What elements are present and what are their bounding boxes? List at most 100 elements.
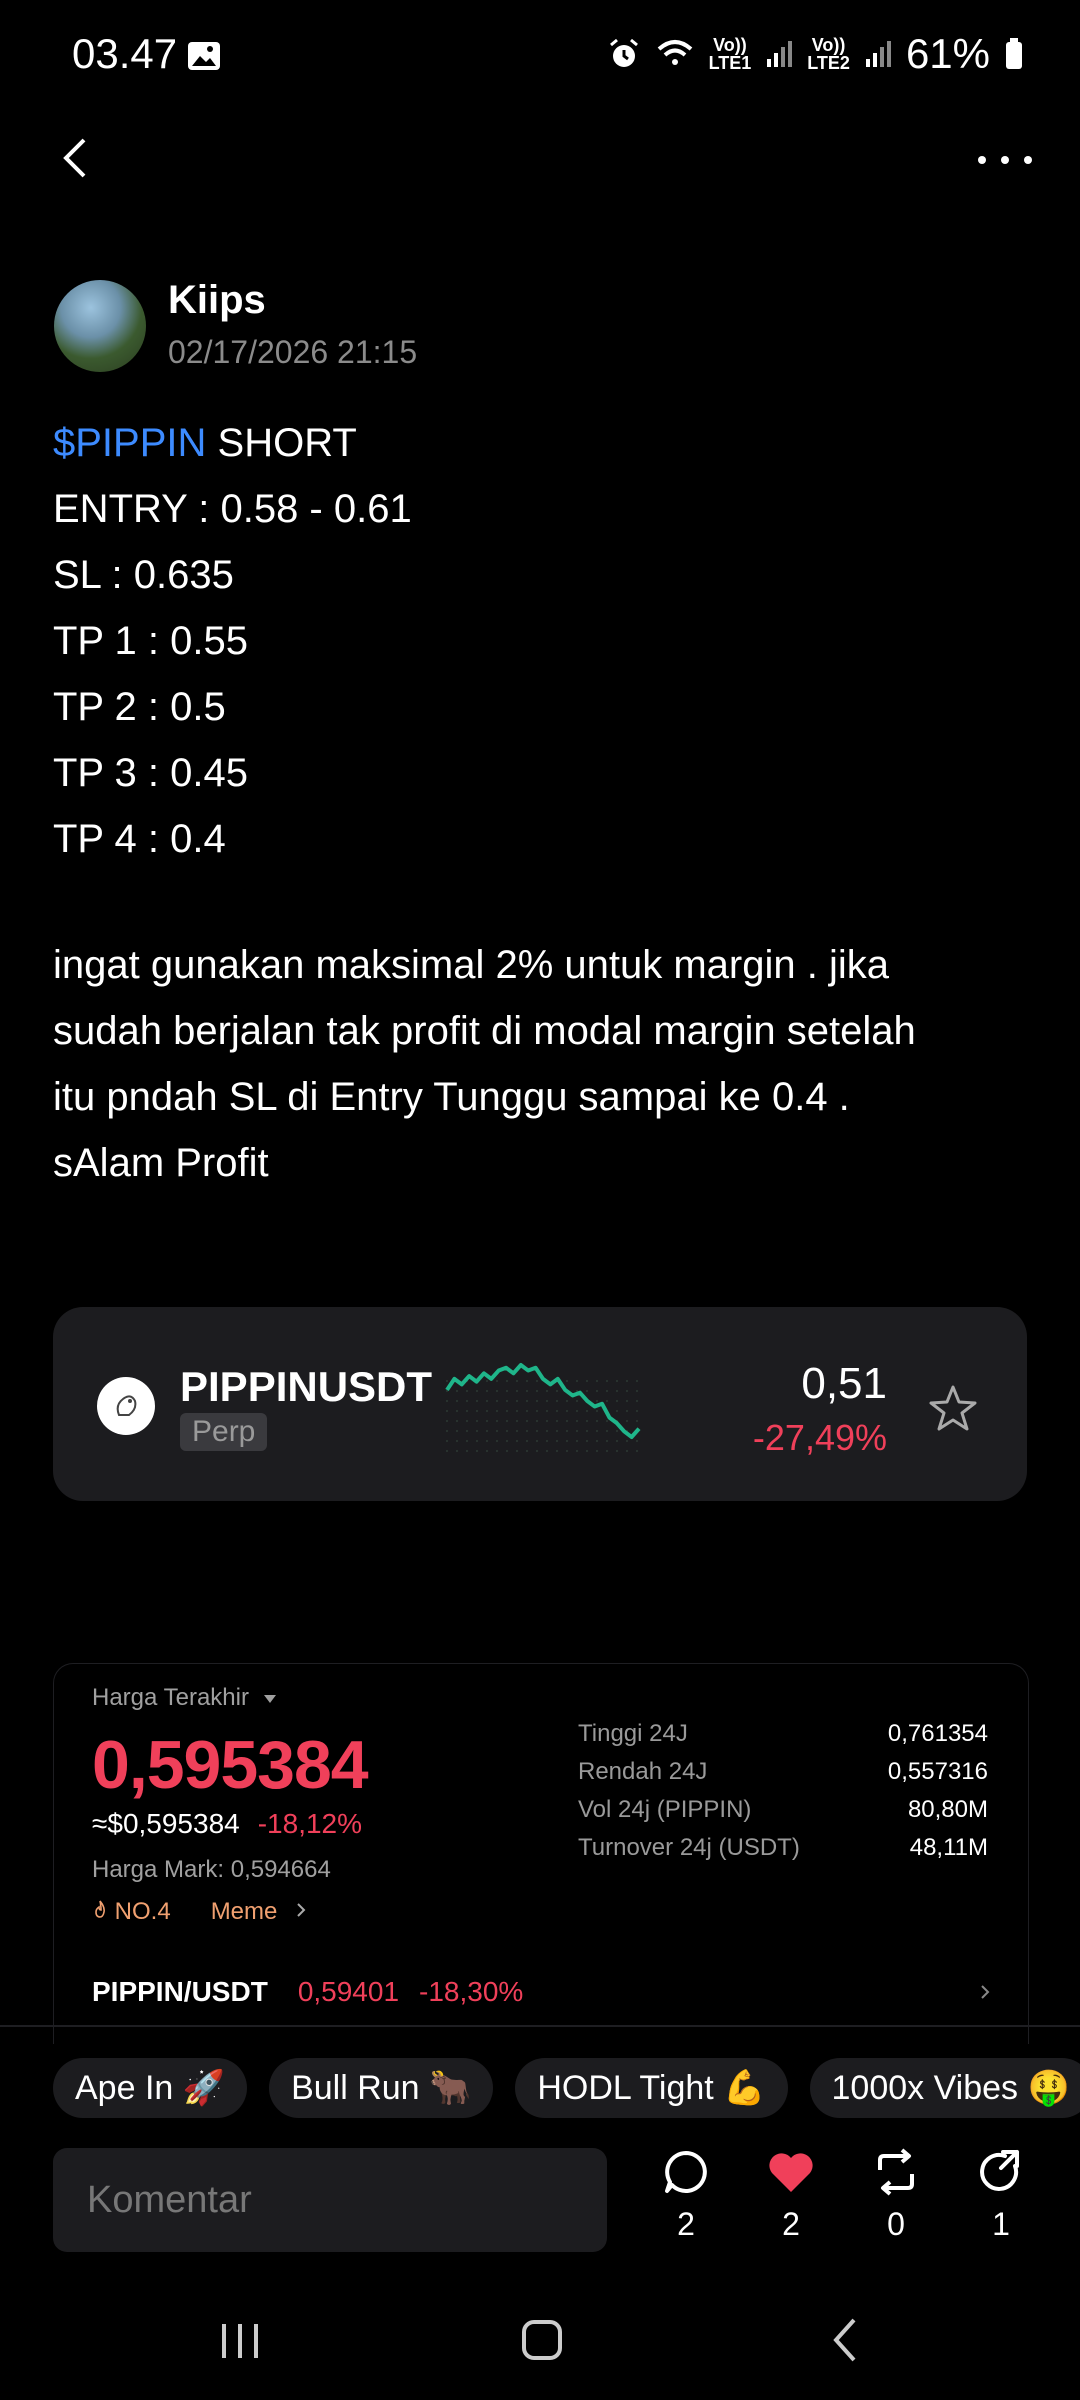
like-button[interactable]: 2 xyxy=(751,2148,831,2243)
sparkline-grid-dot xyxy=(446,1430,448,1432)
sparkline-grid-dot xyxy=(536,1400,538,1402)
sparkline-grid-dot xyxy=(486,1380,488,1382)
post-paragraph: ingat gunakan maksimal 2% untuk margin .… xyxy=(53,932,1043,1196)
share-icon xyxy=(980,2150,1019,2191)
back-button[interactable] xyxy=(50,130,106,186)
sparkline-grid-dot xyxy=(586,1450,588,1452)
sparkline-grid-dot xyxy=(456,1400,458,1402)
comment-input[interactable] xyxy=(53,2148,607,2252)
sparkline-grid-dot xyxy=(476,1440,478,1442)
sparkline-grid-dot xyxy=(566,1440,568,1442)
reaction-chip[interactable]: Ape In 🚀 xyxy=(53,2058,248,2118)
sparkline-grid-dot xyxy=(496,1430,498,1432)
post-line: SL : 0.635 xyxy=(53,553,234,597)
sparkline-grid-dot xyxy=(466,1430,468,1432)
avatar[interactable] xyxy=(54,280,146,372)
reaction-chips: Ape In 🚀 Bull Run 🐂 HODL Tight 💪 1000x V… xyxy=(53,2058,1080,2118)
sparkline-grid-dot xyxy=(536,1390,538,1392)
sparkline-grid-dot xyxy=(526,1440,528,1442)
sparkline-grid-dot xyxy=(456,1410,458,1412)
sparkline-grid-dot xyxy=(576,1430,578,1432)
recent-apps-button[interactable] xyxy=(200,2310,280,2370)
sparkline-grid-dot xyxy=(626,1390,628,1392)
sparkline-grid-dot xyxy=(566,1380,568,1382)
sparkline-grid-dot xyxy=(476,1390,478,1392)
sparkline-grid-dot xyxy=(546,1450,548,1452)
spot-pair-row[interactable]: PIPPIN/USDT 0,59401 -18,30% xyxy=(92,1976,992,2008)
sim1-label: Vo)) LTE1 xyxy=(708,35,752,73)
sparkline-grid-dot xyxy=(516,1420,518,1422)
sparkline-grid-dot xyxy=(606,1450,608,1452)
sparkline-grid-dot xyxy=(616,1410,618,1412)
sparkline-grid-dot xyxy=(626,1380,628,1382)
sparkline-grid-dot xyxy=(616,1400,618,1402)
spot-change: -18,30% xyxy=(419,1976,524,2007)
more-options-button[interactable] xyxy=(970,130,1040,186)
sparkline-grid-dot xyxy=(576,1380,578,1382)
heart-icon xyxy=(769,2153,813,2192)
author-name[interactable]: Kiips xyxy=(168,278,266,323)
sparkline-grid-dot xyxy=(516,1450,518,1452)
sparkline-grid-dot xyxy=(476,1450,478,1452)
sparkline-grid-dot xyxy=(516,1400,518,1402)
back-nav-button[interactable] xyxy=(806,2310,886,2370)
post-body: $PIPPIN SHORT ENTRY : 0.58 - 0.61 SL : 0… xyxy=(53,410,1033,872)
sparkline-grid-dot xyxy=(446,1450,448,1452)
comment-button[interactable]: 2 xyxy=(646,2148,726,2243)
sparkline-grid-dot xyxy=(606,1430,608,1432)
sparkline-grid-dot xyxy=(546,1400,548,1402)
post-line: TP 1 : 0.55 xyxy=(53,619,248,663)
coin-logo-icon xyxy=(97,1377,155,1435)
market-panel[interactable]: Harga Terakhir 0,595384 ≈$0,595384 -18,12… xyxy=(53,1663,1029,2044)
reaction-chip[interactable]: 1000x Vibes 🤑 xyxy=(809,2058,1080,2118)
sparkline-grid-dot xyxy=(446,1420,448,1422)
sparkline-grid-dot xyxy=(496,1400,498,1402)
sparkline-grid-dot xyxy=(466,1440,468,1442)
caret-down-icon xyxy=(263,1695,276,1703)
category-tag[interactable]: Meme xyxy=(211,1898,308,1926)
sparkline-grid-dot xyxy=(636,1450,638,1452)
sparkline-grid-dot xyxy=(616,1380,618,1382)
sparkline-grid-dot xyxy=(616,1430,618,1432)
ticker-link[interactable]: $PIPPIN xyxy=(53,421,206,465)
repost-icon xyxy=(878,2148,914,2196)
repost-count: 0 xyxy=(887,2206,905,2242)
last-price-dropdown[interactable]: Harga Terakhir xyxy=(92,1684,278,1712)
sparkline-grid-dot xyxy=(456,1440,458,1442)
sparkline-grid-dot xyxy=(476,1420,478,1422)
sparkline-grid-dot xyxy=(636,1440,638,1442)
reaction-chip[interactable]: Bull Run 🐂 xyxy=(269,2058,494,2118)
repost-button[interactable]: 0 xyxy=(856,2148,936,2243)
star-icon[interactable] xyxy=(927,1383,979,1435)
reaction-chip[interactable]: HODL Tight 💪 xyxy=(515,2058,788,2118)
sparkline-grid-dot xyxy=(486,1450,488,1452)
sparkline-grid-dot xyxy=(486,1390,488,1392)
sparkline-grid-dot xyxy=(536,1380,538,1382)
wifi-icon xyxy=(657,40,692,65)
sparkline-grid-dot xyxy=(526,1420,528,1422)
sparkline-line xyxy=(445,1363,641,1439)
sparkline-grid-dot xyxy=(606,1440,608,1442)
sparkline-grid-dot xyxy=(616,1390,618,1392)
rank-tag[interactable]: NO.4 xyxy=(92,1898,171,1926)
sparkline-grid-dot xyxy=(626,1410,628,1412)
sparkline-grid-dot xyxy=(506,1390,508,1392)
like-count: 2 xyxy=(782,2206,800,2242)
sparkline-grid-dot xyxy=(536,1430,538,1432)
sparkline-grid-dot xyxy=(546,1430,548,1432)
sparkline-grid-dot xyxy=(506,1400,508,1402)
sparkline-grid-dot xyxy=(576,1400,578,1402)
post-line: TP 3 : 0.45 xyxy=(53,751,248,795)
usd-change: -18,12% xyxy=(257,1808,363,1839)
ticker-card[interactable]: PIPPINUSDT Perp 0,51 -27,49% xyxy=(53,1307,1027,1501)
home-button[interactable] xyxy=(502,2310,582,2370)
sparkline-grid-dot xyxy=(596,1390,598,1392)
stat-row: Rendah 24J 0,557316 xyxy=(578,1758,988,1785)
sparkline-grid-dot xyxy=(456,1390,458,1392)
sparkline-grid-dot xyxy=(526,1410,528,1412)
paragraph-line: ingat gunakan maksimal 2% untuk margin .… xyxy=(53,943,889,987)
sparkline-grid-dot xyxy=(546,1420,548,1422)
share-button[interactable]: 1 xyxy=(961,2148,1041,2243)
sparkline-grid-dot xyxy=(546,1440,548,1442)
sparkline-grid-dot xyxy=(596,1380,598,1382)
